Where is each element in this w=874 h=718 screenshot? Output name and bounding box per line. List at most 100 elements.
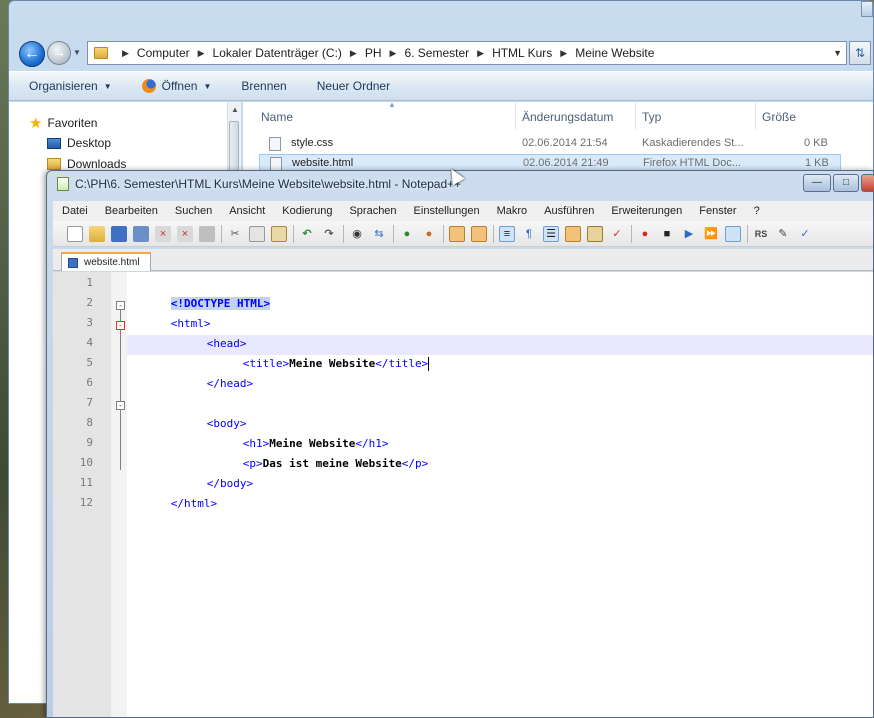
html-close-tag: </html> <box>170 497 218 510</box>
column-header-type[interactable]: Typ <box>642 110 661 124</box>
menu-sprachen[interactable]: Sprachen <box>340 205 404 217</box>
nav-item-desktop[interactable]: Desktop <box>47 136 111 150</box>
line-number: 8 <box>86 416 93 429</box>
breadcrumb-meine-website[interactable]: Meine Website <box>575 46 654 60</box>
doc-map-icon[interactable] <box>587 225 603 242</box>
undo-icon[interactable]: ↶ <box>299 226 315 242</box>
close-button[interactable] <box>861 174 874 192</box>
menu-ausfuehren[interactable]: Ausführen <box>535 205 602 217</box>
breadcrumb-separator-icon[interactable]: ▶ <box>560 48 567 59</box>
column-header-date[interactable]: Änderungsdatum <box>522 110 613 124</box>
indent-guide-icon[interactable]: ☰ <box>543 225 559 242</box>
file-type: Firefox HTML Doc... <box>643 157 741 169</box>
back-button[interactable]: ← <box>19 41 45 67</box>
organize-button[interactable]: Organisieren ▼ <box>29 79 112 93</box>
menu-help[interactable]: ? <box>745 205 768 217</box>
new-folder-button[interactable]: Neuer Ordner <box>317 79 390 93</box>
toolbar-dropdown-icon[interactable]: ✓ <box>797 226 813 242</box>
redo-icon[interactable]: ↷ <box>321 226 337 242</box>
spell-check-icon[interactable]: ✎ <box>775 226 791 242</box>
find-icon[interactable]: ◉ <box>349 226 365 242</box>
menu-datei[interactable]: Datei <box>53 205 96 217</box>
paste-icon[interactable] <box>271 225 287 242</box>
breadcrumb-separator-icon[interactable]: ▶ <box>390 48 397 59</box>
play-macro-icon[interactable]: ▶ <box>681 226 697 242</box>
nav-item-downloads[interactable]: Downloads <box>47 157 126 171</box>
scroll-up-icon[interactable]: ▲ <box>231 105 239 114</box>
file-row-style-css[interactable]: style.css 02.06.2014 21:54 Kaskadierende… <box>259 134 841 154</box>
menu-ansicht[interactable]: Ansicht <box>220 205 273 217</box>
breadcrumb-ph[interactable]: PH <box>365 46 382 60</box>
close-all-icon[interactable]: × <box>177 225 193 242</box>
title-close-tag: </title> <box>375 357 429 370</box>
address-bar[interactable]: ▶ Computer ▶ Lokaler Datenträger (C:) ▶ … <box>87 41 847 65</box>
menu-bearbeiten[interactable]: Bearbeiten <box>96 205 166 217</box>
sync-vertical-icon[interactable] <box>449 225 465 242</box>
tab-website-html[interactable]: website.html <box>61 252 151 271</box>
show-all-chars-icon[interactable]: ¶ <box>521 226 537 242</box>
refresh-button[interactable]: ⇅ <box>849 41 871 65</box>
breadcrumb-computer[interactable]: Computer <box>137 46 190 60</box>
function-list-icon[interactable]: ✓ <box>609 226 625 242</box>
breadcrumb-drive[interactable]: Lokaler Datenträger (C:) <box>213 46 342 60</box>
history-dropdown-icon[interactable]: ▼ <box>73 48 83 58</box>
breadcrumb-separator-icon[interactable]: ▶ <box>198 48 205 59</box>
nav-item-favorites[interactable]: ★ Favoriten <box>29 114 97 132</box>
copy-icon[interactable] <box>249 225 265 242</box>
replace-icon[interactable]: ⇆ <box>371 226 387 242</box>
fold-collapse-icon[interactable]: - <box>116 321 125 330</box>
user-language-icon[interactable] <box>565 225 581 242</box>
breadcrumb-separator-icon[interactable]: ▶ <box>477 48 484 59</box>
code-line-9: <p>Das ist meine Website</p> <box>203 434 428 470</box>
notepadpp-window: C:\PH\6. Semester\HTML Kurs\Meine Websit… <box>46 170 874 718</box>
minimize-button[interactable]: — <box>803 174 831 192</box>
nav-scroll-thumb[interactable] <box>229 121 239 171</box>
toolbar-separator <box>293 224 294 243</box>
open-button[interactable]: Öffnen ▼ <box>141 79 211 93</box>
menu-makro[interactable]: Makro <box>488 205 536 217</box>
zoom-out-icon[interactable]: ● <box>421 226 437 242</box>
tab-bar: website.html <box>53 249 873 271</box>
plugin-icon[interactable]: RS <box>753 226 769 242</box>
menu-fenster[interactable]: Fenster <box>690 205 744 217</box>
open-file-icon[interactable] <box>89 225 105 242</box>
explorer-window-button[interactable] <box>861 1 873 17</box>
new-file-icon[interactable] <box>67 225 83 242</box>
fold-collapse-icon[interactable]: - <box>116 301 125 310</box>
column-header-name[interactable]: Name <box>261 110 293 124</box>
sync-horizontal-icon[interactable] <box>471 225 487 242</box>
breadcrumb-separator-icon[interactable]: ▶ <box>350 48 357 59</box>
save-macro-icon[interactable] <box>725 225 741 242</box>
column-header-size[interactable]: Größe <box>762 110 796 124</box>
record-macro-icon[interactable]: ● <box>637 226 653 242</box>
forward-button[interactable]: → <box>47 41 71 65</box>
word-wrap-icon[interactable]: ≡ <box>499 225 515 242</box>
run-macro-multiple-icon[interactable]: ⏩ <box>703 226 719 242</box>
menu-einstellungen[interactable]: Einstellungen <box>405 205 488 217</box>
stop-macro-icon[interactable]: ■ <box>659 226 675 242</box>
column-divider[interactable] <box>515 102 516 130</box>
zoom-in-icon[interactable]: ● <box>399 226 415 242</box>
breadcrumb-html-kurs[interactable]: HTML Kurs <box>492 46 552 60</box>
column-divider[interactable] <box>635 102 636 130</box>
save-icon[interactable] <box>111 225 127 242</box>
code-line-8: <h1>Meine Website</h1> <box>203 414 389 450</box>
column-divider[interactable] <box>755 102 756 130</box>
burn-button[interactable]: Brennen <box>241 79 286 93</box>
burn-label: Brennen <box>241 79 287 93</box>
maximize-button[interactable]: □ <box>833 174 859 192</box>
breadcrumb-separator-icon[interactable]: ▶ <box>122 48 129 59</box>
address-dropdown-icon[interactable]: ▼ <box>833 48 842 58</box>
code-editor[interactable]: 1 2 3 4 5 6 7 8 9 10 11 12 - - - <!DOCTY… <box>53 272 873 717</box>
menu-suchen[interactable]: Suchen <box>166 205 220 217</box>
menu-erweiterungen[interactable]: Erweiterungen <box>602 205 690 217</box>
toolbar-separator <box>747 224 748 243</box>
cut-icon[interactable]: ✂ <box>227 226 243 242</box>
fold-collapse-icon[interactable]: - <box>116 401 125 410</box>
print-icon[interactable] <box>199 225 215 242</box>
breadcrumb-semester[interactable]: 6. Semester <box>404 46 469 60</box>
save-all-icon[interactable] <box>133 225 149 242</box>
new-folder-label: Neuer Ordner <box>316 79 391 93</box>
close-file-icon[interactable]: × <box>155 225 171 242</box>
menu-kodierung[interactable]: Kodierung <box>273 205 340 217</box>
